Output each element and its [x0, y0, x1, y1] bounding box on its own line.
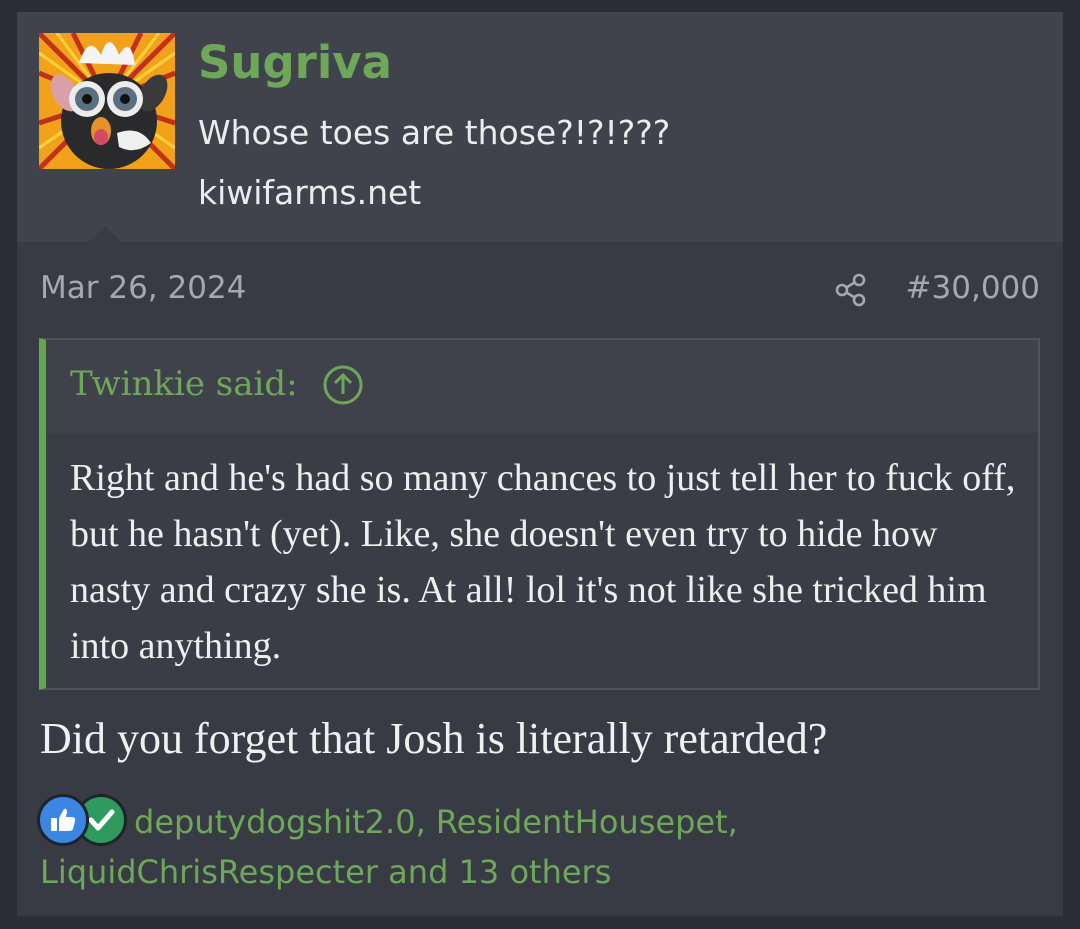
arrow-up-circle-icon[interactable]: [322, 364, 364, 406]
quote-block: Twinkie said: Right and he's had so many…: [39, 338, 1040, 690]
furby-avatar-icon: [39, 33, 175, 169]
user-header: Sugriva Whose toes are those?!?!??? kiwi…: [17, 12, 1063, 243]
post-date[interactable]: Mar 26, 2024: [40, 273, 246, 304]
quote-author[interactable]: Twinkie said:: [70, 367, 298, 401]
user-site: kiwifarms.net: [198, 173, 422, 212]
post-card: Sugriva Whose toes are those?!?!??? kiwi…: [17, 12, 1063, 916]
username[interactable]: Sugriva: [198, 40, 392, 85]
user-avatar[interactable]: [39, 33, 175, 169]
quote-header: Twinkie said:: [46, 340, 1038, 433]
header-pointer: [88, 226, 122, 243]
reaction-list[interactable]: deputydogshit2.0, ResidentHousepet, Liqu…: [40, 797, 1020, 897]
thumbs-up-icon[interactable]: [37, 794, 89, 846]
share-icon[interactable]: [833, 272, 869, 308]
quote-text: Right and he's had so many chances to ju…: [70, 457, 1016, 667]
user-title: Whose toes are those?!?!???: [198, 113, 671, 152]
post-number[interactable]: #30,000: [906, 273, 1040, 304]
post-body: Did you forget that Josh is literally re…: [40, 714, 828, 763]
